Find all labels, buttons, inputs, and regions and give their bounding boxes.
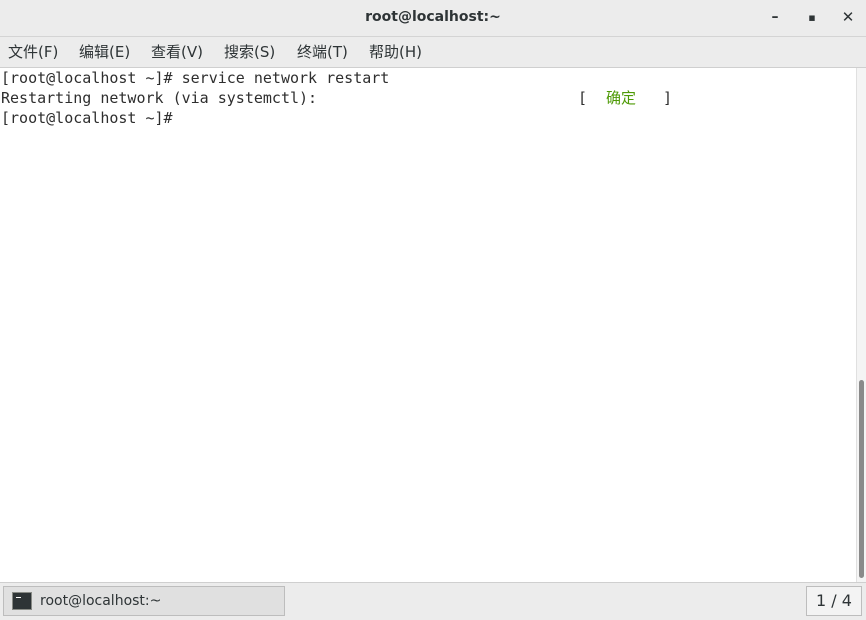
terminal-line: Restarting network (via systemctl): bbox=[1, 89, 318, 107]
menu-help[interactable]: 帮助(H) bbox=[369, 37, 422, 67]
window-title: root@localhost:~ bbox=[365, 9, 501, 25]
menu-terminal[interactable]: 终端(T) bbox=[297, 37, 348, 67]
menu-edit[interactable]: 编辑(E) bbox=[79, 37, 130, 67]
workspace-indicator[interactable]: 1 / 4 bbox=[806, 586, 862, 616]
vertical-scrollbar[interactable] bbox=[856, 68, 866, 582]
status-ok-text: 确定 bbox=[606, 89, 637, 107]
taskbar: root@localhost:~ 1 / 4 bbox=[0, 582, 866, 620]
status-close-bracket: ] bbox=[663, 89, 673, 107]
taskbar-item-label: root@localhost:~ bbox=[40, 593, 162, 609]
scrollbar-thumb[interactable] bbox=[859, 380, 864, 578]
terminal-icon bbox=[12, 592, 32, 610]
terminal-line: [root@localhost ~]# service network rest… bbox=[1, 69, 390, 87]
status-open-bracket: [ bbox=[578, 89, 588, 107]
close-button[interactable]: ✕ bbox=[830, 0, 866, 36]
menu-file[interactable]: 文件(F) bbox=[8, 37, 58, 67]
maximize-button[interactable]: ▪ bbox=[794, 0, 830, 36]
minimize-button[interactable]: – bbox=[757, 0, 793, 36]
terminal-area[interactable]: [root@localhost ~]# service network rest… bbox=[0, 68, 856, 582]
title-bar[interactable]: root@localhost:~ – ▪ ✕ bbox=[0, 0, 866, 37]
menu-view[interactable]: 查看(V) bbox=[151, 37, 203, 67]
taskbar-item-terminal[interactable]: root@localhost:~ bbox=[3, 586, 285, 616]
menu-search[interactable]: 搜索(S) bbox=[224, 37, 275, 67]
terminal-window: root@localhost:~ – ▪ ✕ 文件(F) 编辑(E) 查看(V)… bbox=[0, 0, 866, 582]
terminal-line: [root@localhost ~]# bbox=[1, 109, 173, 127]
menu-bar: 文件(F) 编辑(E) 查看(V) 搜索(S) 终端(T) 帮助(H) bbox=[0, 37, 866, 68]
